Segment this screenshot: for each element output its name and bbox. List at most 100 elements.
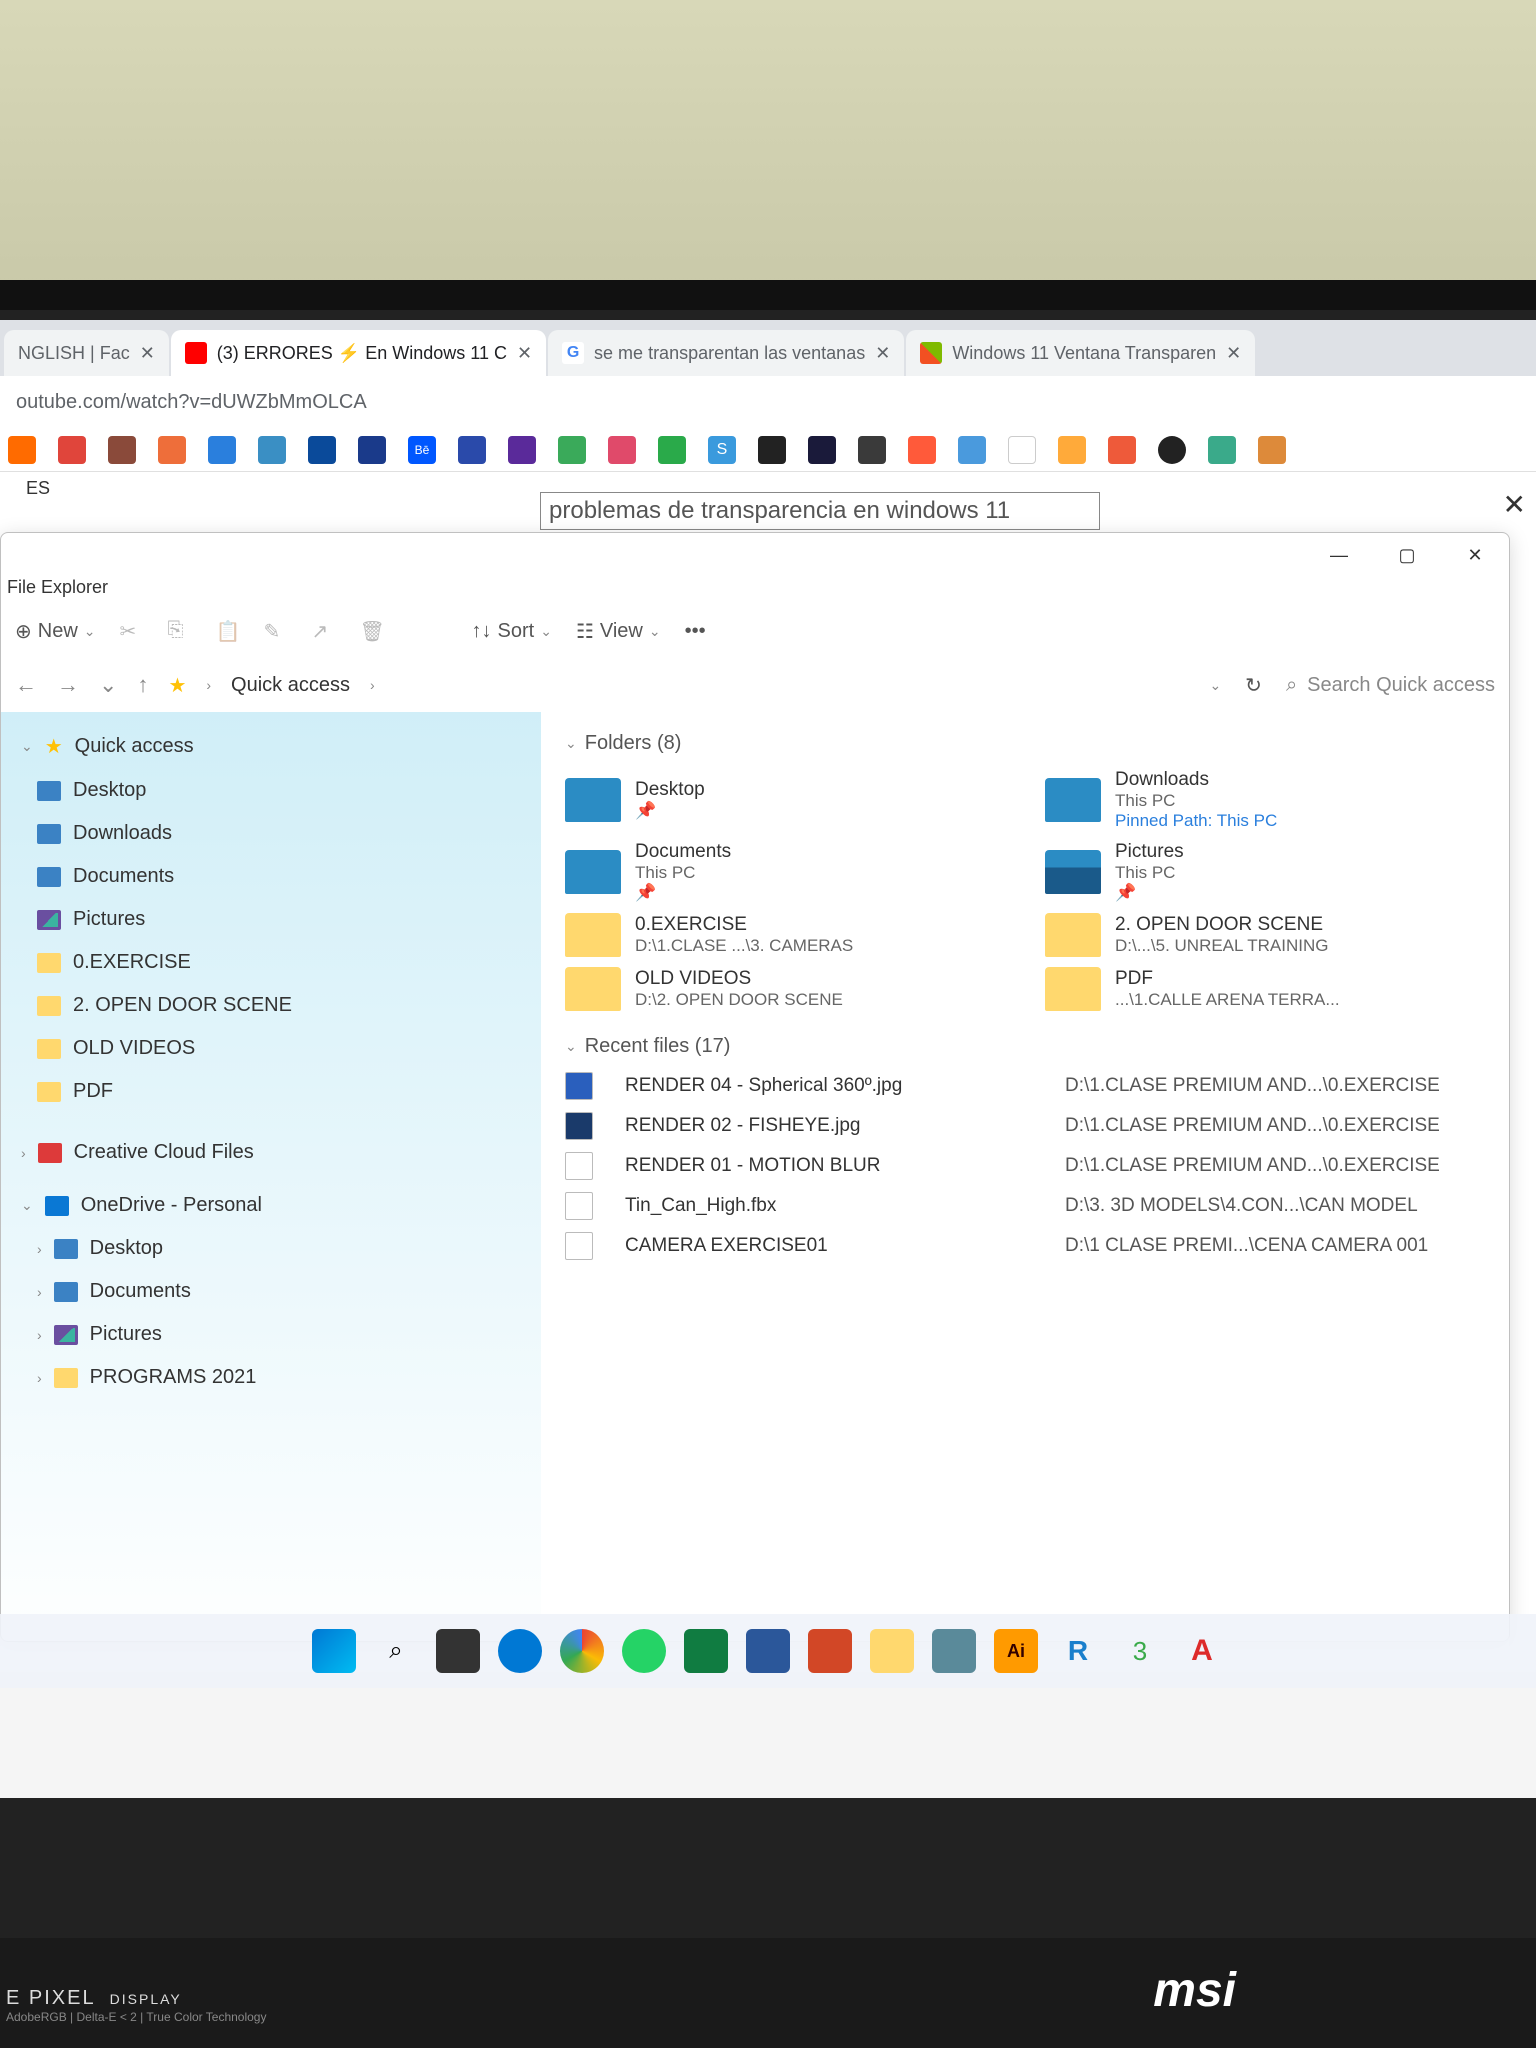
- minimize-button[interactable]: —: [1319, 545, 1359, 566]
- close-icon[interactable]: ✕: [517, 343, 532, 364]
- bookmark-icon[interactable]: [458, 436, 486, 464]
- new-button[interactable]: ⊕ New ⌄: [15, 619, 96, 644]
- file-name[interactable]: CAMERA EXERCISE01: [625, 1235, 1045, 1257]
- bookmark-icon[interactable]: [8, 436, 36, 464]
- bookmark-icon[interactable]: [908, 436, 936, 464]
- recent-button[interactable]: ⌄: [99, 672, 117, 698]
- folder-downloads[interactable]: DownloadsThis PCPinned Path: This PC: [1045, 769, 1485, 831]
- sidebar-item-folder[interactable]: OLD VIDEOS: [1, 1027, 541, 1070]
- bookmark-icon[interactable]: [308, 436, 336, 464]
- cut-icon[interactable]: ✂: [120, 619, 144, 643]
- tab-1[interactable]: NGLISH | Fac ✕: [4, 330, 169, 376]
- sidebar-creative-cloud[interactable]: ›Creative Cloud Files: [1, 1131, 541, 1174]
- powerpoint-icon[interactable]: [808, 1629, 852, 1673]
- bookmark-icon[interactable]: [758, 436, 786, 464]
- sidebar-item-pictures[interactable]: Pictures: [1, 898, 541, 941]
- bookmark-icon[interactable]: [1058, 436, 1086, 464]
- app-icon[interactable]: R: [1056, 1629, 1100, 1673]
- paste-icon[interactable]: 📋: [216, 619, 240, 643]
- folder-item[interactable]: OLD VIDEOSD:\2. OPEN DOOR SCENE: [565, 967, 1005, 1011]
- sort-button[interactable]: ↑↓ Sort ⌄: [472, 620, 552, 643]
- app-icon[interactable]: 3: [1118, 1629, 1162, 1673]
- skype-icon[interactable]: S: [708, 436, 736, 464]
- sidebar-onedrive[interactable]: ⌄OneDrive - Personal: [1, 1184, 541, 1227]
- close-button[interactable]: ✕: [1455, 545, 1495, 566]
- folder-item[interactable]: 0.EXERCISED:\1.CLASE ...\3. CAMERAS: [565, 913, 1005, 957]
- file-name[interactable]: Tin_Can_High.fbx: [625, 1195, 1045, 1217]
- behance-icon[interactable]: Bē: [408, 436, 436, 464]
- breadcrumb[interactable]: Quick access: [231, 674, 350, 697]
- chrome-icon[interactable]: [560, 1629, 604, 1673]
- close-icon[interactable]: ✕: [140, 343, 155, 364]
- start-button[interactable]: [312, 1629, 356, 1673]
- close-icon[interactable]: ✕: [875, 343, 890, 364]
- bookmark-icon[interactable]: [58, 436, 86, 464]
- sidebar-item-documents[interactable]: Documents: [1, 855, 541, 898]
- bookmark-icon[interactable]: [508, 436, 536, 464]
- app-icon[interactable]: [932, 1629, 976, 1673]
- page-search-input[interactable]: problemas de transparencia en windows 11: [540, 492, 1100, 530]
- sidebar-item[interactable]: ›Pictures: [1, 1313, 541, 1356]
- copy-icon[interactable]: ⎘: [168, 619, 192, 643]
- bookmark-icon[interactable]: [1008, 436, 1036, 464]
- bookmark-icon[interactable]: [358, 436, 386, 464]
- file-name[interactable]: RENDER 01 - MOTION BLUR: [625, 1155, 1045, 1177]
- word-icon[interactable]: [746, 1629, 790, 1673]
- bookmark-icon[interactable]: [558, 436, 586, 464]
- bookmark-icon[interactable]: [658, 436, 686, 464]
- bookmark-icon[interactable]: [1108, 436, 1136, 464]
- chevron-down-icon[interactable]: ⌄: [1209, 677, 1221, 694]
- sidebar-item-folder[interactable]: 2. OPEN DOOR SCENE: [1, 984, 541, 1027]
- more-button[interactable]: •••: [685, 620, 706, 643]
- sidebar-item-desktop[interactable]: Desktop: [1, 769, 541, 812]
- bookmark-icon[interactable]: [1208, 436, 1236, 464]
- folder-pictures[interactable]: PicturesThis PC📌: [1045, 841, 1485, 903]
- search-input[interactable]: ⌕ Search Quick access: [1286, 674, 1495, 697]
- bookmark-icon[interactable]: [258, 436, 286, 464]
- sidebar-item-folder[interactable]: 0.EXERCISE: [1, 941, 541, 984]
- forward-button[interactable]: →: [57, 672, 79, 698]
- bookmark-icon[interactable]: [808, 436, 836, 464]
- sidebar-quick-access[interactable]: ⌄ ★ Quick access: [1, 724, 541, 769]
- sidebar-item-downloads[interactable]: Downloads: [1, 812, 541, 855]
- sidebar-item[interactable]: ›Desktop: [1, 1227, 541, 1270]
- bookmark-icon[interactable]: [108, 436, 136, 464]
- tab-4[interactable]: Windows 11 Ventana Transparen ✕: [906, 330, 1255, 376]
- close-icon[interactable]: ✕: [1503, 488, 1526, 521]
- excel-icon[interactable]: [684, 1629, 728, 1673]
- share-icon[interactable]: ↗: [312, 619, 336, 643]
- task-view-button[interactable]: [436, 1629, 480, 1673]
- folder-documents[interactable]: DocumentsThis PC📌: [565, 841, 1005, 903]
- explorer-icon[interactable]: [870, 1629, 914, 1673]
- file-name[interactable]: RENDER 02 - FISHEYE.jpg: [625, 1115, 1045, 1137]
- up-button[interactable]: ↑: [137, 672, 148, 698]
- sidebar-item[interactable]: ›PROGRAMS 2021: [1, 1356, 541, 1399]
- refresh-button[interactable]: ↻: [1245, 673, 1262, 698]
- delete-icon[interactable]: 🗑: [360, 619, 384, 643]
- tab-2[interactable]: (3) ERRORES ⚡ En Windows 11 C ✕: [171, 330, 546, 376]
- recent-files-header[interactable]: ⌄Recent files (17): [565, 1035, 1485, 1058]
- rename-icon[interactable]: ✎: [264, 619, 288, 643]
- folder-item[interactable]: PDF...\1.CALLE ARENA TERRA...: [1045, 967, 1485, 1011]
- close-icon[interactable]: ✕: [1226, 343, 1241, 364]
- whatsapp-icon[interactable]: [622, 1629, 666, 1673]
- folder-desktop[interactable]: Desktop📌: [565, 769, 1005, 831]
- illustrator-icon[interactable]: Ai: [994, 1629, 1038, 1673]
- view-button[interactable]: ☷ View ⌄: [576, 619, 661, 644]
- address-bar[interactable]: outube.com/watch?v=dUWZbMmOLCA: [0, 376, 1536, 428]
- bookmark-icon[interactable]: [958, 436, 986, 464]
- folder-item[interactable]: 2. OPEN DOOR SCENED:\...\5. UNREAL TRAIN…: [1045, 913, 1485, 957]
- chat-icon[interactable]: [498, 1629, 542, 1673]
- bookmark-icon[interactable]: [1158, 436, 1186, 464]
- folders-section-header[interactable]: ⌄Folders (8): [565, 732, 1485, 755]
- search-button[interactable]: ⌕: [374, 1629, 418, 1673]
- bookmark-icon[interactable]: [608, 436, 636, 464]
- bookmark-icon[interactable]: [158, 436, 186, 464]
- sidebar-item[interactable]: ›Documents: [1, 1270, 541, 1313]
- bookmark-icon[interactable]: [208, 436, 236, 464]
- maximize-button[interactable]: ▢: [1387, 545, 1427, 566]
- file-name[interactable]: RENDER 04 - Spherical 360º.jpg: [625, 1075, 1045, 1097]
- bookmark-icon[interactable]: [1258, 436, 1286, 464]
- bookmark-icon[interactable]: [858, 436, 886, 464]
- back-button[interactable]: ←: [15, 672, 37, 698]
